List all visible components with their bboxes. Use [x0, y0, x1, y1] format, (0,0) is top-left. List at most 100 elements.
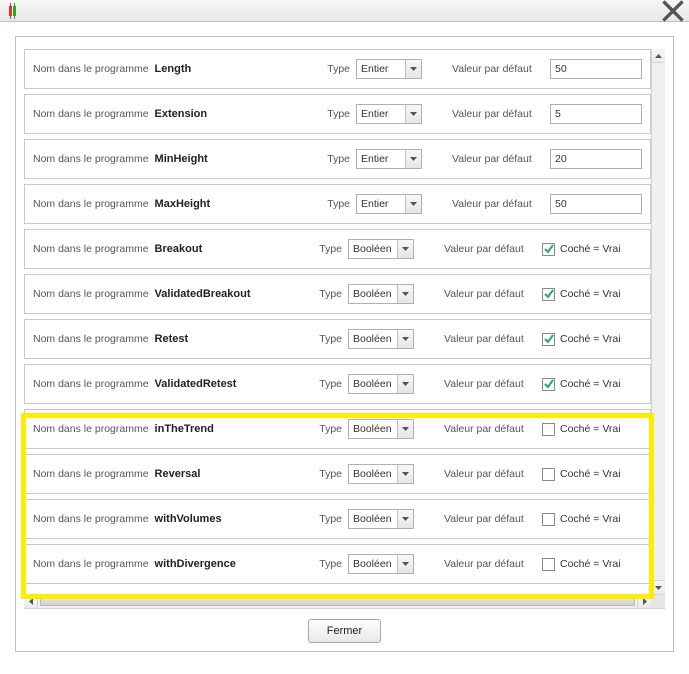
checkbox-label: Coché = Vrai [560, 423, 621, 435]
default-value-checkbox-wrap: Coché = Vrai [542, 333, 642, 346]
parameter-row: Nom dans le programme withDivergence Type B… [24, 544, 651, 584]
parameter-row: Nom dans le programme Reversal Type Booléen… [24, 454, 651, 494]
label-default: Valeur par défaut [452, 153, 544, 165]
label-type: Type [319, 468, 342, 480]
parameter-name: MaxHeight [155, 198, 316, 210]
type-select-value: Booléen [353, 423, 392, 435]
label-type: Type [327, 198, 350, 210]
type-select[interactable]: Booléen [348, 509, 414, 529]
type-select[interactable]: Booléen [348, 464, 414, 484]
default-value-checkbox[interactable] [542, 288, 555, 301]
window-close-button[interactable] [661, 2, 685, 20]
label-name: Nom dans le programme [33, 333, 149, 345]
label-default: Valeur par défaut [452, 198, 544, 210]
default-value-checkbox-wrap: Coché = Vrai [542, 513, 642, 526]
default-value-checkbox-wrap: Coché = Vrai [542, 423, 642, 436]
default-value-checkbox-wrap: Coché = Vrai [542, 468, 642, 481]
vertical-scrollbar[interactable] [651, 49, 665, 594]
type-select[interactable]: Entier [356, 104, 422, 124]
label-type: Type [319, 243, 342, 255]
label-type: Type [319, 558, 342, 570]
type-select[interactable]: Booléen [348, 554, 414, 574]
chevron-down-icon [405, 195, 421, 213]
parameter-name: withVolumes [155, 513, 308, 525]
default-value-checkbox[interactable] [542, 423, 555, 436]
type-select-value: Entier [361, 153, 388, 165]
checkbox-label: Coché = Vrai [560, 513, 621, 525]
type-select[interactable]: Booléen [348, 239, 414, 259]
label-default: Valeur par défaut [444, 513, 536, 525]
type-select[interactable]: Entier [356, 194, 422, 214]
type-select-value: Booléen [353, 378, 392, 390]
label-default: Valeur par défaut [444, 378, 536, 390]
default-value-input[interactable] [550, 194, 642, 214]
checkbox-label: Coché = Vrai [560, 288, 621, 300]
default-value-checkbox[interactable] [542, 378, 555, 391]
type-select[interactable]: Booléen [348, 419, 414, 439]
parameters-panel: Nom dans le programme Length Type Entier Val… [15, 36, 674, 652]
chevron-down-icon [405, 60, 421, 78]
default-value-checkbox-wrap: Coché = Vrai [542, 558, 642, 571]
checkbox-label: Coché = Vrai [560, 468, 621, 480]
type-select-value: Booléen [353, 558, 392, 570]
type-select-value: Entier [361, 198, 388, 210]
parameter-name: Retest [155, 333, 308, 345]
label-default: Valeur par défaut [444, 288, 536, 300]
parameter-row: Nom dans le programmeinTheTrendTypeBoolé… [24, 409, 651, 449]
default-value-input[interactable] [550, 59, 642, 79]
default-value-checkbox[interactable] [542, 468, 555, 481]
label-default: Valeur par défaut [444, 558, 536, 570]
parameter-name: Extension [155, 108, 316, 120]
chevron-down-icon [397, 330, 413, 348]
parameter-row: Nom dans le programmeValidatedRetestType… [24, 364, 651, 404]
type-select[interactable]: Booléen [348, 374, 414, 394]
label-name: Nom dans le programme [33, 513, 149, 525]
default-value-checkbox[interactable] [542, 333, 555, 346]
parameter-name: Reversal [155, 468, 308, 480]
label-default: Valeur par défaut [444, 333, 536, 345]
scroll-down-button[interactable] [652, 580, 665, 594]
label-default: Valeur par défaut [444, 423, 536, 435]
label-type: Type [319, 423, 342, 435]
type-select[interactable]: Booléen [348, 329, 414, 349]
parameter-name: withDivergence [155, 558, 308, 570]
parameter-name: Length [155, 63, 316, 75]
default-value-checkbox[interactable] [542, 513, 555, 526]
label-type: Type [327, 153, 350, 165]
type-select[interactable]: Entier [356, 59, 422, 79]
scroll-left-button[interactable] [24, 595, 38, 608]
default-value-input[interactable] [550, 104, 642, 124]
label-default: Valeur par défaut [444, 468, 536, 480]
default-value-checkbox[interactable] [542, 243, 555, 256]
default-value-checkbox-wrap: Coché = Vrai [542, 243, 642, 256]
chevron-down-icon [397, 420, 413, 438]
horizontal-scrollbar[interactable] [24, 594, 665, 608]
label-type: Type [327, 108, 350, 120]
label-name: Nom dans le programme [33, 468, 149, 480]
label-name: Nom dans le programme [33, 558, 149, 570]
scroll-corner [651, 595, 665, 608]
label-name: Nom dans le programme [33, 153, 149, 165]
default-value-checkbox-wrap: Coché = Vrai [542, 378, 642, 391]
type-select-value: Booléen [353, 468, 392, 480]
titlebar [0, 0, 689, 22]
label-name: Nom dans le programme [33, 378, 149, 390]
chevron-down-icon [405, 105, 421, 123]
label-name: Nom dans le programme [33, 198, 149, 210]
type-select[interactable]: Booléen [348, 284, 414, 304]
scroll-up-button[interactable] [652, 49, 665, 63]
parameter-row: Nom dans le programmeMinHeightTypeEntier… [24, 139, 651, 179]
parameter-name: ValidatedBreakout [155, 288, 308, 300]
type-select-value: Booléen [353, 513, 392, 525]
parameter-row: Nom dans le programmeValidatedBreakoutTy… [24, 274, 651, 314]
parameter-row: Nom dans le programmeExtensionTypeEntier… [24, 94, 651, 134]
default-value-checkbox[interactable] [542, 558, 555, 571]
type-select[interactable]: Entier [356, 149, 422, 169]
default-value-input[interactable] [550, 149, 642, 169]
label-type: Type [319, 513, 342, 525]
horizontal-scroll-thumb[interactable] [40, 597, 635, 606]
default-value-checkbox-wrap: Coché = Vrai [542, 288, 642, 301]
scroll-right-button[interactable] [637, 595, 651, 608]
close-button[interactable]: Fermer [308, 619, 381, 643]
parameter-name: inTheTrend [155, 423, 308, 435]
